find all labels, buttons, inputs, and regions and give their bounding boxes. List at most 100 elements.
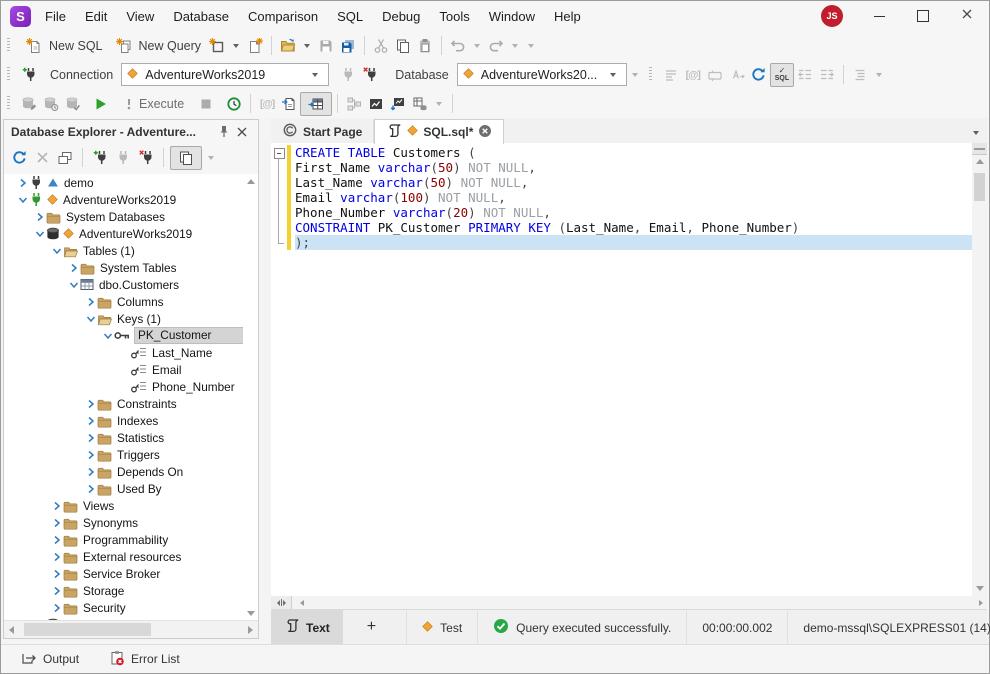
explorer-vertical-scrollbar[interactable] (243, 174, 258, 621)
save-button[interactable] (315, 35, 337, 57)
tree-item-statistics[interactable]: Statistics (4, 429, 258, 446)
tree-item-columns[interactable]: Columns (4, 293, 258, 310)
scroll-up-arrow[interactable] (976, 159, 984, 164)
chevron-right-icon[interactable] (33, 212, 46, 222)
editor-vertical-scrollbar[interactable] (972, 143, 987, 596)
tree-item-email[interactable]: Email (4, 361, 258, 378)
explorer-disconnect-button[interactable] (135, 147, 157, 169)
run-button[interactable] (90, 93, 112, 115)
refresh-button[interactable] (748, 64, 770, 86)
tree-item-last-name[interactable]: Last_Name (4, 344, 258, 361)
menu-item-sql[interactable]: SQL (335, 7, 365, 26)
macros-button[interactable]: [@] (256, 93, 278, 115)
close-button[interactable] (945, 1, 989, 31)
chevron-down-icon[interactable] (50, 246, 63, 256)
copy-button[interactable] (392, 35, 414, 57)
connect-button[interactable] (337, 64, 359, 86)
code-line-2[interactable]: First_Name varchar(50) NOT NULL, (295, 160, 972, 175)
tree-item-security[interactable]: Security (4, 599, 258, 616)
add-results-tab-button[interactable]: + (343, 618, 404, 638)
chevron-right-icon[interactable] (50, 569, 63, 579)
increase-indent-button[interactable] (816, 64, 838, 86)
tree-item-constraints[interactable]: Constraints (4, 395, 258, 412)
menu-item-tools[interactable]: Tools (437, 7, 471, 26)
output-panel-button[interactable]: Output (21, 650, 79, 669)
pin-panel-button[interactable] (215, 121, 233, 143)
document-status-item[interactable]: Test (409, 621, 475, 635)
minimize-button[interactable] (857, 1, 901, 31)
tab-sql-document[interactable]: SQL.sql* (374, 119, 504, 144)
undo-dropdown[interactable] (474, 44, 480, 48)
disconnect-button[interactable] (359, 64, 381, 86)
rename-button[interactable] (704, 64, 726, 86)
scroll-right-arrow[interactable] (979, 600, 983, 606)
open-file-button[interactable] (277, 35, 299, 57)
execute-button[interactable]: Execute (118, 92, 189, 116)
scroll-thumb[interactable] (24, 623, 151, 636)
chevron-right-icon[interactable] (84, 433, 97, 443)
split-editor-handle[interactable] (972, 143, 987, 155)
new-window-dropdown[interactable] (233, 44, 239, 48)
explorer-connect-button[interactable] (112, 147, 134, 169)
scroll-down-arrow[interactable] (976, 586, 984, 591)
chart-button[interactable] (365, 93, 387, 115)
new-query-button[interactable]: New Query (108, 34, 207, 58)
tree-item-synonyms[interactable]: Synonyms (4, 514, 258, 531)
tree-item-system-tables[interactable]: System Tables (4, 259, 258, 276)
sql-syntax-check-button[interactable]: ✓ SQL (770, 63, 794, 87)
menu-item-view[interactable]: View (124, 7, 156, 26)
close-tab-button[interactable] (478, 124, 492, 141)
scroll-right-arrow[interactable] (248, 626, 253, 634)
pivot-button[interactable] (409, 93, 431, 115)
tree-item-triggers[interactable]: Triggers (4, 446, 258, 463)
sql-editor[interactable]: CREATE TABLE Customers (First_Name varch… (271, 143, 987, 596)
editor-horizontal-scrollbar[interactable] (271, 596, 987, 609)
chevron-right-icon[interactable] (50, 518, 63, 528)
stop-refresh-button[interactable] (31, 147, 53, 169)
close-panel-button[interactable] (233, 121, 251, 143)
chevron-right-icon[interactable] (67, 263, 80, 273)
database-combo-dropdown[interactable] (610, 73, 616, 77)
refresh-explorer-button[interactable] (8, 147, 30, 169)
comment-lines-button[interactable] (660, 64, 682, 86)
new-connection-button[interactable] (18, 64, 40, 86)
menu-item-debug[interactable]: Debug (380, 7, 422, 26)
open-file-dropdown[interactable] (304, 44, 310, 48)
chevron-down-icon[interactable] (84, 314, 97, 324)
chevron-right-icon[interactable] (84, 450, 97, 460)
code-line-7[interactable]: ); (295, 235, 972, 250)
connection-combo-dropdown[interactable] (312, 73, 318, 77)
split-view-toggle[interactable] (271, 596, 292, 609)
chevron-down-icon[interactable] (67, 280, 80, 290)
chevron-right-icon[interactable] (84, 416, 97, 426)
tree-item-service-broker[interactable]: Service Broker (4, 565, 258, 582)
tree-item-programmability[interactable]: Programmability (4, 531, 258, 548)
results-text-tab[interactable]: Text (271, 610, 343, 645)
chevron-right-icon[interactable] (84, 484, 97, 494)
chevron-right-icon[interactable] (84, 297, 97, 307)
parameters-button[interactable]: [@] (682, 64, 704, 86)
format-button[interactable] (849, 64, 871, 86)
redo-button[interactable] (485, 35, 507, 57)
format-dropdown[interactable] (876, 73, 882, 77)
menu-item-file[interactable]: File (43, 7, 68, 26)
history-button[interactable] (223, 93, 245, 115)
menu-item-comparison[interactable]: Comparison (246, 7, 320, 26)
scroll-left-arrow[interactable] (300, 600, 304, 606)
toolbar-grip[interactable] (649, 67, 652, 82)
tree-item-tables-1-[interactable]: Tables (1) (4, 242, 258, 259)
chevron-right-icon[interactable] (50, 501, 63, 511)
toolbar-grip[interactable] (7, 96, 10, 111)
chevron-down-icon[interactable] (16, 195, 29, 205)
code-lines[interactable]: CREATE TABLE Customers (First_Name varch… (295, 145, 972, 250)
tab-list-dropdown[interactable] (973, 131, 979, 135)
database-history-dropdown[interactable] (632, 73, 638, 77)
scroll-up-arrow[interactable] (247, 179, 255, 184)
tree-item-demo[interactable]: demo (4, 174, 258, 191)
database-check-button[interactable] (62, 93, 84, 115)
chevron-right-icon[interactable] (16, 178, 29, 188)
explorer-horizontal-scrollbar[interactable] (4, 620, 258, 638)
new-sql-button[interactable]: New SQL (18, 34, 108, 58)
undo-button[interactable] (447, 35, 469, 57)
tree-item-dbo-customers[interactable]: dbo.Customers (4, 276, 258, 293)
